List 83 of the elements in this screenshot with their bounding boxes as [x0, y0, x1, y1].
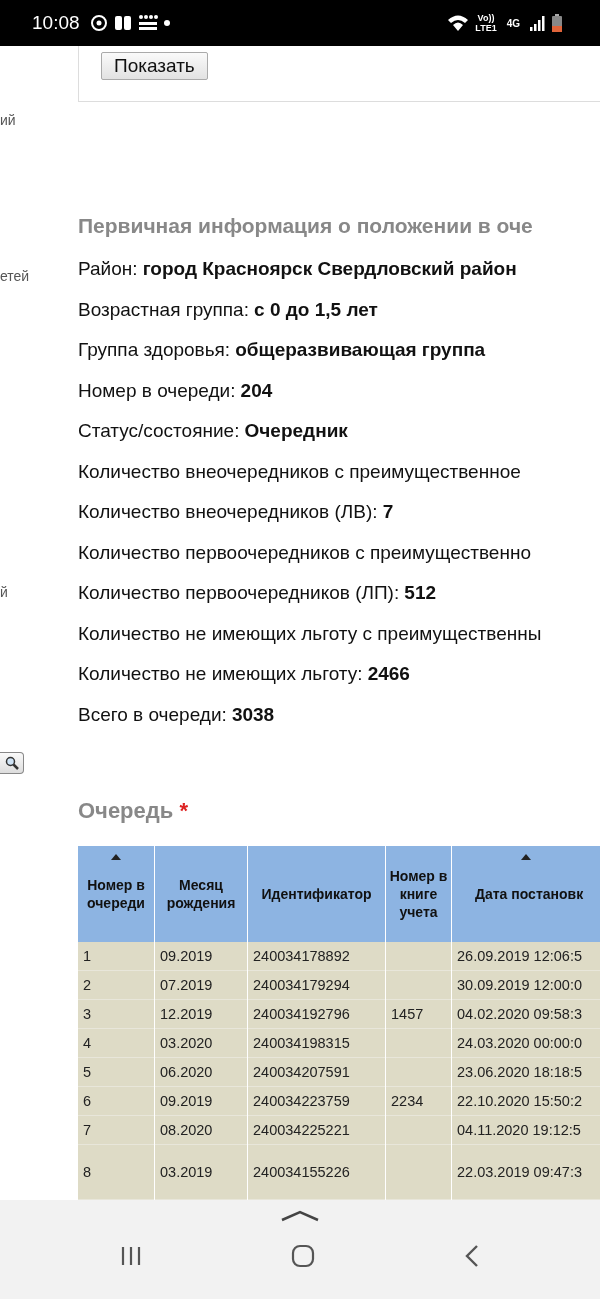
table-cell: 240034223759 [248, 1087, 385, 1116]
info-line: Район: город Красноярск Свердловский район [78, 258, 518, 280]
table-cell [386, 1116, 451, 1145]
section-title: Очередь [78, 798, 174, 823]
sidebar-text-fragment: етей [0, 268, 30, 284]
recents-icon[interactable] [120, 1245, 142, 1267]
column-header[interactable]: Дата постановк [452, 846, 600, 942]
table-cell: 30.09.2019 12:00:0 [452, 971, 600, 1000]
table-cell: 2 [78, 971, 154, 1000]
wifi-icon [447, 14, 470, 32]
table-cell [386, 1029, 451, 1058]
table-cell: 12.2019 [155, 1000, 247, 1029]
info-line: Количество первоочередников с преимущественно [78, 541, 532, 564]
sidebar-text-fragment: й [0, 584, 8, 600]
column-header[interactable]: Номер в очереди [78, 846, 154, 942]
clock: 10:08 [32, 12, 80, 34]
table-cell: 03.2020 [155, 1029, 247, 1058]
table-cell: 03.2019 [155, 1145, 247, 1200]
home-icon[interactable] [291, 1244, 315, 1268]
network-label: 4G [506, 17, 520, 29]
search-icon [4, 756, 19, 770]
chevron-up-icon[interactable] [280, 1210, 320, 1222]
required-mark: * [179, 798, 188, 823]
table-cell: 09.2019 [155, 1087, 247, 1116]
notification-dot-icon [163, 20, 170, 26]
info-line: Всего в очереди: 3038 [78, 703, 276, 726]
table-cell [386, 942, 451, 971]
table-cell: 26.09.2019 12:06:5 [452, 942, 600, 971]
table-cell: 6 [78, 1087, 154, 1116]
table-cell: 240034198315 [248, 1029, 385, 1058]
dots-icon [137, 14, 158, 32]
table-cell [386, 1145, 451, 1200]
table-cell: 07.2019 [155, 971, 247, 1000]
info-line: Номер в очереди: 204 [78, 379, 274, 402]
info-line: Количество внеочередников (ЛВ): 7 [78, 501, 395, 523]
sidebar-text-fragment: ий [0, 112, 16, 128]
info-line: Количество не имеющих льготу: 2466 [78, 663, 411, 685]
table-cell: 04.02.2020 09:58:3 [452, 1000, 600, 1029]
battery-icon [552, 14, 562, 32]
table-cell [386, 971, 451, 1000]
search-button[interactable] [0, 752, 24, 774]
info-line: Статус/состояние: Очередник [78, 420, 349, 442]
table-cell: 240034225221 [248, 1116, 385, 1145]
column-header[interactable]: Идентификатор [248, 846, 385, 942]
table-cell: 09.2019 [155, 942, 247, 971]
table-cell: 04.11.2020 19:12:5 [452, 1116, 600, 1145]
table-cell: 240034179294 [248, 971, 385, 1000]
info-line: Количество внеочередников с преимущественное [78, 460, 522, 483]
table-cell: 23.06.2020 18:18:5 [452, 1058, 600, 1087]
table-cell: 240034155226 [248, 1145, 385, 1200]
table-cell: 7 [78, 1116, 154, 1145]
back-icon[interactable] [464, 1244, 480, 1268]
table-cell: 240034207591 [248, 1058, 385, 1087]
section-title: Первичная информация о положении в оче [78, 214, 534, 238]
table-cell: 06.2020 [155, 1058, 247, 1087]
column-header[interactable]: Номер в книге учета [386, 846, 451, 942]
table-cell: 08.2020 [155, 1116, 247, 1145]
app-icon [113, 14, 132, 32]
table-cell: 1457 [386, 1000, 451, 1029]
sync-icon [89, 14, 108, 32]
table-cell: 240034178892 [248, 942, 385, 971]
table-cell: 22.10.2020 15:50:2 [452, 1087, 600, 1116]
table-cell: 3 [78, 1000, 154, 1029]
table-cell: 240034192796 [248, 1000, 385, 1029]
column-header[interactable]: Месяц рождения [155, 846, 247, 942]
table-cell: 5 [78, 1058, 154, 1087]
table-cell: 8 [78, 1145, 154, 1200]
show-button[interactable]: Показать [101, 52, 208, 80]
table-cell: 24.03.2020 00:00:0 [452, 1029, 600, 1058]
info-line: Количество не имеющих льготу с преимущественны [78, 622, 543, 645]
table-cell: 1 [78, 942, 154, 971]
table-cell: 22.03.2019 09:47:3 [452, 1145, 600, 1200]
sort-arrow-icon [111, 854, 121, 860]
info-line: Возрастная группа: с 0 до 1,5 лет [78, 298, 379, 321]
table-cell: 2234 [386, 1087, 451, 1116]
table-cell [386, 1058, 451, 1087]
volte-label: Vo)) [477, 13, 495, 23]
info-line: Группа здоровья: общеразвивающая группа [78, 339, 487, 361]
lte-label: LTE1 [475, 23, 497, 33]
signal-icon [530, 15, 546, 31]
info-line: Количество первоочередников (ЛП): 512 [78, 582, 438, 604]
table-cell: 4 [78, 1029, 154, 1058]
sort-arrow-icon [521, 854, 531, 860]
